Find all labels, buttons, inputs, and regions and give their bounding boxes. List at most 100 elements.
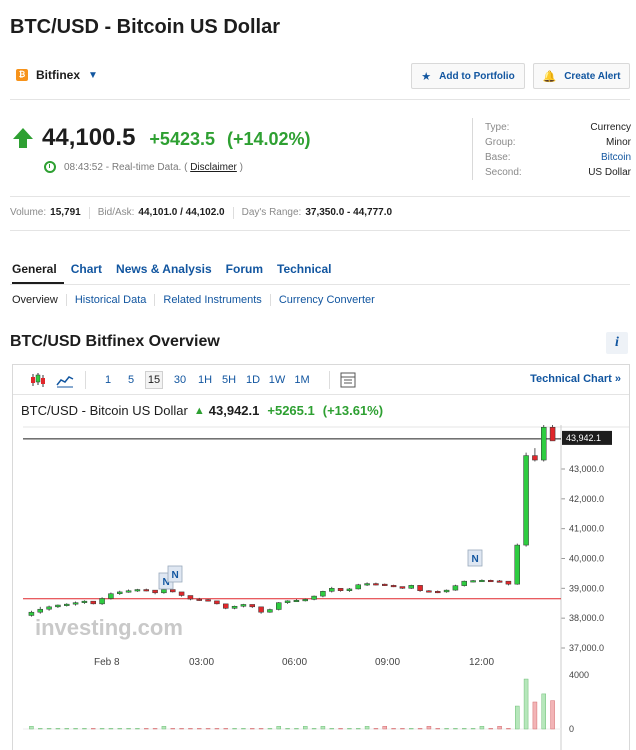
bidask-label: Bid/Ask: <box>97 207 135 218</box>
divider <box>10 196 630 197</box>
info-group: Group: Minor <box>485 137 631 148</box>
volume-bar <box>99 728 105 730</box>
watermark-logo: investing.com <box>35 615 183 640</box>
x-tick-label: 12:00 <box>469 657 494 668</box>
subtab-related-instruments[interactable]: Related Instruments <box>163 294 271 306</box>
candle-body <box>37 608 43 613</box>
interval-5-button[interactable]: 5 <box>124 371 138 389</box>
exchange-name: Bitfinex <box>36 68 81 82</box>
base-currency-link[interactable]: Bitcoin <box>601 152 631 163</box>
tab-forum[interactable]: Forum <box>226 262 263 276</box>
candle-body <box>408 585 414 589</box>
volume-bar <box>267 728 273 730</box>
interval-1d-button[interactable]: 1D <box>243 371 263 389</box>
candle-body <box>267 609 273 613</box>
add-to-portfolio-button[interactable]: ★ Add to Portfolio <box>411 63 525 89</box>
y-tick-label: 38,000.0 <box>569 613 604 623</box>
volume-bar <box>311 728 317 730</box>
x-tick-label: Feb 8 <box>94 657 120 668</box>
subtab-currency-converter[interactable]: Currency Converter <box>279 294 383 306</box>
volume-bar <box>135 728 140 730</box>
candle-body <box>258 606 264 613</box>
chart-toolbar: 1 5 15 30 1H 5H 1D 1W 1M Technical Chart » <box>13 365 629 395</box>
candle-body <box>72 602 79 605</box>
candle-body <box>390 585 397 588</box>
volume-bar <box>426 726 432 730</box>
volume-bar <box>152 728 158 730</box>
chevron-down-icon: ▼ <box>88 69 98 81</box>
interval-15-button[interactable]: 15 <box>145 371 163 389</box>
price-chart[interactable]: 43,000.0 42,000.0 41,000.0 40,000.0 39,000.0… <box>13 425 629 750</box>
candle-body <box>143 589 149 592</box>
disclaimer-link[interactable]: Disclaimer <box>190 162 237 173</box>
volume-bar <box>38 728 43 730</box>
quote-time-row: 08:43:52 - Real-time Data. ( Disclaimer … <box>44 161 243 173</box>
volume-bar <box>91 728 96 730</box>
candlestick-chart-icon[interactable] <box>29 371 47 389</box>
tab-general[interactable]: General <box>12 262 57 276</box>
tab-chart[interactable]: Chart <box>71 262 102 276</box>
volume-bar <box>64 728 69 730</box>
volume-bar <box>347 728 352 730</box>
interval-1w-button[interactable]: 1W <box>267 371 287 389</box>
days-range-label: Day's Range: <box>241 207 302 218</box>
candle-body <box>496 580 503 583</box>
volume-bar <box>303 726 308 730</box>
volume-bar <box>73 728 78 730</box>
interval-1h-button[interactable]: 1H <box>195 371 215 389</box>
candle-body <box>505 580 512 585</box>
x-tick-label: 03:00 <box>189 657 214 668</box>
volume-bar <box>46 728 52 730</box>
volume-bar <box>338 728 343 730</box>
subtab-historical-data[interactable]: Historical Data <box>75 294 156 306</box>
technical-chart-link[interactable]: Technical Chart » <box>530 373 621 385</box>
candle-body <box>549 426 556 442</box>
interval-5h-button[interactable]: 5H <box>219 371 239 389</box>
divider <box>10 284 630 285</box>
candle-body <box>532 455 538 461</box>
candle-body <box>364 583 370 586</box>
volume-tick-label: 4000 <box>569 670 589 680</box>
table-view-icon[interactable] <box>339 371 357 389</box>
candle-body <box>231 605 238 609</box>
candle-body <box>125 590 132 593</box>
create-alert-button[interactable]: 🔔 Create Alert <box>533 63 630 89</box>
area-chart-icon[interactable] <box>55 371 75 389</box>
quote-time: 08:43:52 <box>64 161 103 173</box>
interval-1m-button[interactable]: 1M <box>291 371 313 389</box>
volume-label: Volume: <box>10 207 47 218</box>
up-arrow-icon <box>13 128 33 148</box>
candle-body <box>90 600 96 605</box>
info-icon[interactable]: i <box>606 332 628 354</box>
x-tick-label: 09:00 <box>375 657 400 668</box>
y-tick-label: 42,000.0 <box>569 494 604 504</box>
candle-body <box>284 600 291 603</box>
subtab-overview[interactable]: Overview <box>12 294 67 306</box>
divider <box>10 230 630 231</box>
exchange-selector[interactable]: ₿ Bitfinex ▼ <box>16 68 98 82</box>
separator <box>88 207 90 219</box>
volume-bar <box>523 678 529 730</box>
y-tick-label: 40,000.0 <box>569 554 604 564</box>
separator <box>232 207 234 219</box>
volume-bar <box>356 728 361 730</box>
candle-body <box>64 603 70 606</box>
tab-news-analysis[interactable]: News & Analysis <box>116 262 212 276</box>
candle-body <box>399 586 406 589</box>
candle-body <box>178 591 185 596</box>
info-value: Currency <box>590 122 631 133</box>
interval-1-button[interactable]: 1 <box>101 371 115 389</box>
volume-bar <box>506 728 511 730</box>
volume-bar <box>364 726 370 730</box>
candle-body <box>223 603 229 609</box>
volume-bar <box>108 728 114 730</box>
info-value: Minor <box>605 137 631 148</box>
volume-bar <box>391 728 396 730</box>
volume-bar <box>497 726 502 730</box>
info-label: Base: <box>485 152 511 163</box>
candle-body <box>302 599 308 602</box>
tab-technical[interactable]: Technical <box>277 262 331 276</box>
volume-bar <box>515 705 520 730</box>
info-second: Second: US Dollar <box>485 167 631 178</box>
interval-30-button[interactable]: 30 <box>171 371 189 389</box>
